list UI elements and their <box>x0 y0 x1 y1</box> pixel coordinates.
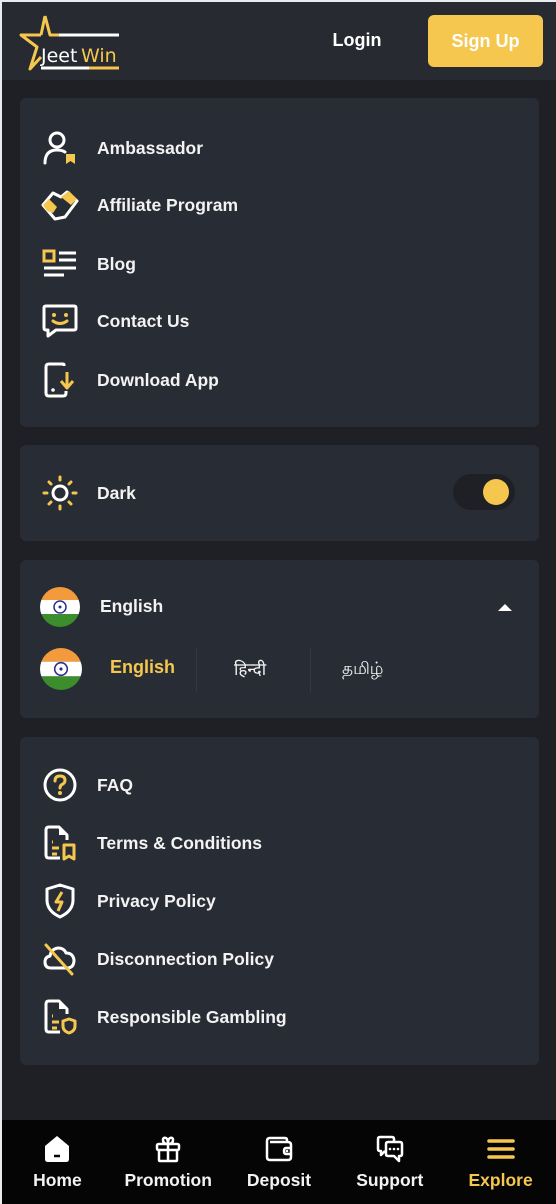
sun-icon <box>40 473 80 513</box>
support-chat-icon <box>375 1134 405 1164</box>
nav-label: Deposit <box>246 1170 312 1190</box>
menu-item-label: Terms & Conditions <box>97 832 262 853</box>
login-button[interactable]: Login <box>312 22 402 58</box>
menu-item-contact-us[interactable]: Contact Us <box>20 296 539 346</box>
nav-home[interactable]: Home <box>2 1120 113 1204</box>
jeetwin-logo[interactable]: Jeet Win <box>19 14 123 72</box>
menu-item-label: Ambassador <box>97 137 204 158</box>
signup-button[interactable]: Sign Up <box>428 15 543 67</box>
chat-smile-icon <box>40 301 80 341</box>
theme-card: Dark <box>20 445 539 541</box>
logo-text-jeet: Jeet <box>40 45 77 67</box>
menu-card-top: Ambassador Affiliate Program Blog Contac… <box>20 98 539 427</box>
top-bar: Jeet Win Login Sign Up <box>2 2 556 80</box>
download-app-icon <box>40 360 80 400</box>
dark-mode-toggle[interactable] <box>453 474 515 510</box>
menu-item-terms-conditions[interactable]: Terms & Conditions <box>20 818 539 868</box>
language-selector[interactable]: English <box>20 560 539 640</box>
nav-label: Promotion <box>124 1170 212 1190</box>
menu-card-bottom: FAQ Terms & Conditions Privacy Policy Di… <box>20 737 539 1065</box>
home-icon <box>42 1134 72 1164</box>
menu-icon <box>486 1134 516 1164</box>
divider <box>310 648 311 692</box>
india-flag-icon <box>40 648 82 690</box>
menu-item-responsible-gambling[interactable]: Responsible Gambling <box>20 992 539 1042</box>
menu-item-label: Download App <box>97 369 219 390</box>
language-option-english[interactable]: English <box>110 657 175 678</box>
menu-item-download-app[interactable]: Download App <box>20 355 539 405</box>
app-frame: Jeet Win Login Sign Up Ambassador Affili… <box>2 2 556 1204</box>
document-shield-icon <box>40 997 80 1037</box>
menu-item-faq[interactable]: FAQ <box>20 760 539 810</box>
nav-explore[interactable]: Explore <box>445 1120 556 1204</box>
menu-item-label: FAQ <box>97 774 133 795</box>
caret-up-icon[interactable] <box>498 604 512 611</box>
menu-item-privacy-policy[interactable]: Privacy Policy <box>20 876 539 926</box>
gift-icon <box>153 1134 183 1164</box>
nav-label: Support <box>356 1170 424 1190</box>
menu-item-label: Contact Us <box>97 310 190 331</box>
menu-item-blog[interactable]: Blog <box>20 239 539 289</box>
wallet-icon <box>264 1134 294 1164</box>
menu-item-disconnection-policy[interactable]: Disconnection Policy <box>20 934 539 984</box>
nav-promotion[interactable]: Promotion <box>113 1120 224 1204</box>
nav-label: Home <box>33 1170 82 1190</box>
menu-item-label: Responsible Gambling <box>97 1006 287 1027</box>
logo-text-win: Win <box>81 45 117 67</box>
menu-item-label: Disconnection Policy <box>97 948 274 969</box>
menu-item-affiliate-program[interactable]: Affiliate Program <box>20 180 539 230</box>
nav-deposit[interactable]: Deposit <box>224 1120 335 1204</box>
blog-icon <box>40 244 80 284</box>
toggle-knob <box>483 479 509 505</box>
selected-language: English <box>100 596 164 616</box>
language-option-hindi[interactable]: हिन्दी <box>234 657 266 680</box>
shield-icon <box>40 881 80 921</box>
handshake-icon <box>40 185 80 225</box>
nav-support[interactable]: Support <box>334 1120 445 1204</box>
nav-label: Explore <box>468 1170 533 1190</box>
menu-item-label: Blog <box>97 253 136 274</box>
language-option-tamil[interactable]: தமிழ் <box>342 659 384 681</box>
document-icon <box>40 823 80 863</box>
menu-item-ambassador[interactable]: Ambassador <box>20 123 539 173</box>
cloud-off-icon <box>40 939 80 979</box>
language-card: English English हिन्दी தமிழ் <box>20 560 539 718</box>
theme-label: Dark <box>97 482 136 503</box>
ambassador-icon <box>40 128 80 168</box>
bottom-navigation: Home Promotion Deposit Support Explore <box>2 1120 556 1204</box>
india-flag-icon <box>40 587 80 627</box>
menu-item-label: Affiliate Program <box>97 194 238 215</box>
menu-item-label: Privacy Policy <box>97 890 216 911</box>
question-icon <box>40 765 80 805</box>
divider <box>196 648 197 692</box>
